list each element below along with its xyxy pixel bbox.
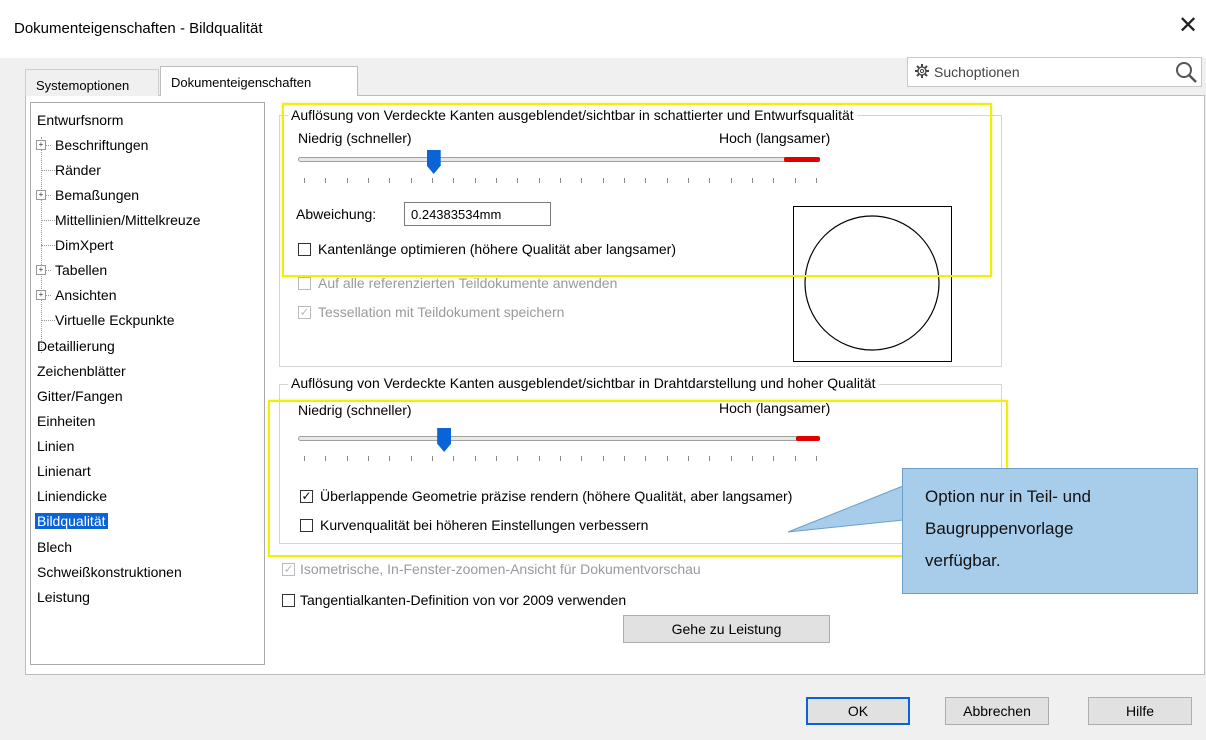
tree-item-ansichten[interactable]: Ansichten: [55, 287, 116, 303]
highlight-box-group1: [282, 103, 992, 277]
tree-item-bildqualitaet[interactable]: Bildqualität: [35, 513, 108, 529]
group2-legend: Auflösung von Verdeckte Kanten ausgeblen…: [288, 375, 879, 391]
goto-performance-button[interactable]: Gehe zu Leistung: [623, 615, 830, 643]
tab-dokumenteigenschaften[interactable]: Dokumenteigenschaften: [160, 66, 358, 96]
tree-item-dimxpert[interactable]: DimXpert: [55, 237, 113, 253]
expand-icon[interactable]: +: [36, 265, 46, 275]
tree-item-virtuelle-eckpunkte[interactable]: Virtuelle Eckpunkte: [55, 312, 175, 328]
tree-item-linienart[interactable]: Linienart: [37, 463, 91, 479]
tessellation-checkbox[interactable]: ✓: [298, 306, 311, 319]
tree-item-entwurfsnorm[interactable]: Entwurfsnorm: [37, 112, 123, 128]
tree-connector: [41, 245, 55, 246]
tree-item-leistung[interactable]: Leistung: [37, 589, 90, 605]
search-placeholder: Suchoptionen: [934, 64, 1020, 80]
callout-line-1: Option nur in Teil- und: [925, 487, 1092, 506]
tessellation-label: Tessellation mit Teildokument speichern: [318, 304, 565, 320]
tree-connector: [41, 170, 55, 171]
tree-item-beschriftungen[interactable]: Beschriftungen: [55, 137, 148, 153]
help-button[interactable]: Hilfe: [1088, 697, 1192, 725]
tree-item-bemassungen[interactable]: Bemaßungen: [55, 187, 139, 203]
expand-icon[interactable]: +: [36, 190, 46, 200]
expand-icon[interactable]: +: [36, 140, 46, 150]
tree-connector: [41, 320, 55, 321]
tree-item-mittellinien[interactable]: Mittellinien/Mittelkreuze: [55, 212, 201, 228]
tree-item-gitter-fangen[interactable]: Gitter/Fangen: [37, 388, 123, 404]
isometric-checkbox[interactable]: ✓: [282, 563, 295, 576]
apply-all-checkbox[interactable]: [298, 277, 311, 290]
tree-item-liniendicke[interactable]: Liniendicke: [37, 488, 107, 504]
tree-item-tabellen[interactable]: Tabellen: [55, 262, 107, 278]
callout-note: Option nur in Teil- und Baugruppenvorlag…: [902, 468, 1198, 594]
tree-connector: [41, 220, 55, 221]
window-title: Dokumenteigenschaften - Bildqualität: [14, 20, 263, 37]
tab-systemoptionen[interactable]: Systemoptionen: [25, 69, 159, 96]
cancel-button[interactable]: Abbrechen: [945, 697, 1049, 725]
tangent-edges-checkbox[interactable]: [282, 594, 295, 607]
isometric-label: Isometrische, In-Fenster-zoomen-Ansicht …: [300, 561, 701, 577]
tree-item-raender[interactable]: Ränder: [55, 162, 101, 178]
tree-item-schweisskonstruktionen[interactable]: Schweißkonstruktionen: [37, 564, 182, 580]
expand-icon[interactable]: +: [36, 290, 46, 300]
tangent-edges-label: Tangentialkanten-Definition von vor 2009…: [300, 592, 627, 608]
callout-line-2: Baugruppenvorlage: [925, 519, 1074, 538]
tree-item-zeichenblaetter[interactable]: Zeichenblätter: [37, 363, 126, 379]
close-icon[interactable]: ✕: [1178, 14, 1198, 38]
ok-button[interactable]: OK: [806, 697, 910, 725]
options-tree: Entwurfsnorm + Beschriftungen Ränder + B…: [30, 102, 265, 665]
tree-item-linien[interactable]: Linien: [37, 438, 74, 454]
apply-all-label: Auf alle referenzierten Teildokumente an…: [318, 275, 618, 291]
tree-item-blech[interactable]: Blech: [37, 539, 72, 555]
tree-item-detaillierung[interactable]: Detaillierung: [37, 338, 115, 354]
callout-line-3: verfügbar.: [925, 551, 1001, 570]
tree-item-einheiten[interactable]: Einheiten: [37, 413, 95, 429]
gear-icon: [915, 64, 929, 78]
search-icon[interactable]: [1174, 60, 1198, 84]
callout-pointer: [787, 485, 905, 533]
